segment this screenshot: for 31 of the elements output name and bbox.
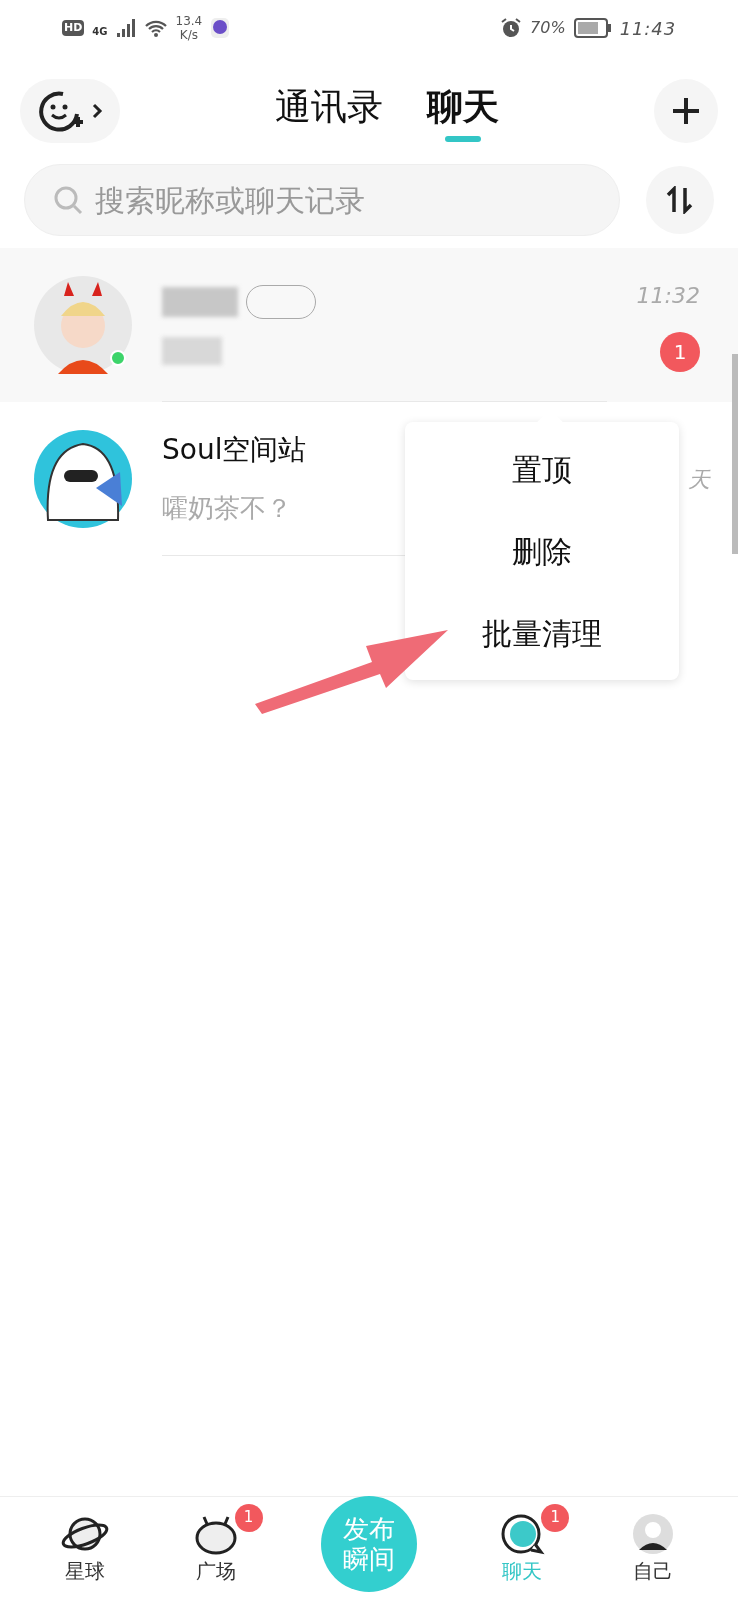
header-tab[interactable]: 通讯录 [275, 80, 383, 142]
network-label: 4G [92, 25, 108, 39]
menu-item[interactable]: 置顶 [405, 428, 679, 510]
search-input[interactable]: 搜索昵称或聊天记录 [95, 177, 591, 223]
clock: 11:43 [619, 16, 676, 41]
chevron-right-icon [91, 103, 103, 119]
chat-time: 11:32 [636, 281, 700, 310]
chat-time: 天 [688, 465, 710, 494]
wifi-icon [143, 19, 168, 37]
battery-percent: 70% [530, 17, 566, 39]
app-notification-icon [210, 17, 231, 39]
nav-tab[interactable]: 自己 [627, 1511, 678, 1586]
nav-badge: 1 [541, 1503, 570, 1532]
speed-unit: K/s [179, 28, 198, 42]
plus-icon [671, 96, 701, 126]
nav-badge: 1 [234, 1503, 263, 1532]
header-tab[interactable]: 聊天 [427, 80, 499, 142]
nav-tab[interactable]: 星球 [60, 1511, 111, 1586]
menu-item[interactable]: 批量清理 [405, 592, 679, 674]
hd-icon: HD [62, 19, 85, 37]
chat-name: Soul空间站 [162, 432, 307, 468]
signal-icon [115, 19, 136, 37]
search-field[interactable]: 搜索昵称或聊天记录 [24, 164, 620, 236]
sort-icon [665, 186, 695, 214]
search-icon [53, 185, 83, 215]
chat-message: 嚯奶茶不？ [162, 492, 293, 525]
blurred-message [162, 336, 222, 365]
unread-badge: 1 [660, 331, 700, 372]
alarm-icon [500, 17, 523, 39]
battery-icon [573, 18, 612, 38]
speed-value: 13.4 [175, 14, 203, 28]
